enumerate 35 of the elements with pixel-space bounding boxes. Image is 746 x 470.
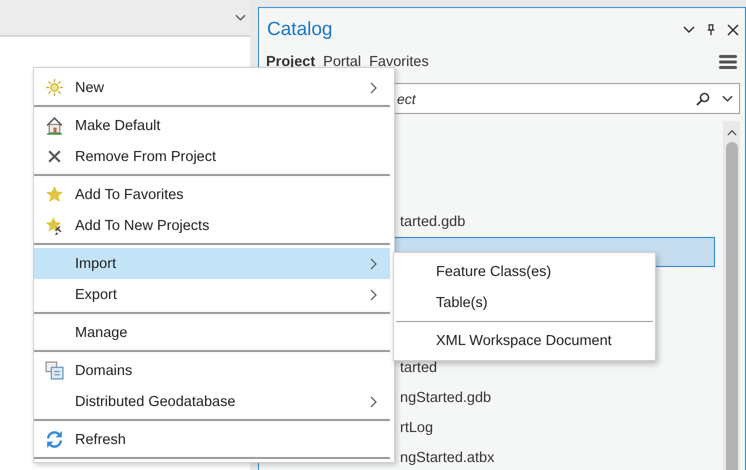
menu-item[interactable]: Distributed Geodatabase (34, 386, 390, 417)
search-icon (696, 92, 710, 106)
refresh-icon (45, 430, 64, 449)
chevron-down-icon (722, 94, 733, 102)
menu-item[interactable]: XML Workspace Document (394, 325, 655, 356)
close-icon[interactable] (727, 24, 739, 36)
chevron-down-icon[interactable] (683, 24, 695, 36)
sun-icon (45, 78, 64, 97)
menu-item[interactable]: Export (34, 279, 390, 310)
menu-item[interactable]: Refresh (34, 424, 390, 455)
menu-item[interactable]: Add To New Projects (34, 210, 390, 241)
menu-item[interactable]: Domains (34, 355, 390, 386)
tab[interactable]: Favorites (369, 54, 429, 70)
scrollbar[interactable] (723, 121, 740, 470)
menu-item[interactable]: New (34, 72, 390, 103)
house-icon (45, 116, 64, 135)
table-window-icon (45, 361, 64, 380)
star-icon (45, 185, 64, 204)
pane-title: Catalog (267, 19, 332, 41)
star-pin-icon (45, 216, 64, 235)
chevron-down-icon[interactable] (235, 14, 246, 22)
chevron-up-icon (726, 129, 736, 136)
menu-item[interactable]: Make Default (34, 110, 390, 141)
menu-icon[interactable] (719, 54, 737, 70)
menu-item[interactable]: Feature Class(es) (394, 256, 655, 287)
menu-item[interactable]: Table(s) (394, 287, 655, 318)
pin-icon[interactable] (705, 24, 717, 36)
menu-item[interactable]: Add To Favorites (34, 179, 390, 210)
menu-item[interactable]: Remove From Project (34, 141, 390, 172)
menu-item[interactable]: Import (34, 248, 390, 279)
search-field[interactable]: ect (397, 90, 696, 106)
scrollbar-thumb[interactable] (726, 142, 738, 470)
tab[interactable]: Portal (323, 54, 362, 70)
menu-item[interactable]: Manage (34, 317, 390, 348)
tab[interactable]: Project (266, 54, 316, 70)
